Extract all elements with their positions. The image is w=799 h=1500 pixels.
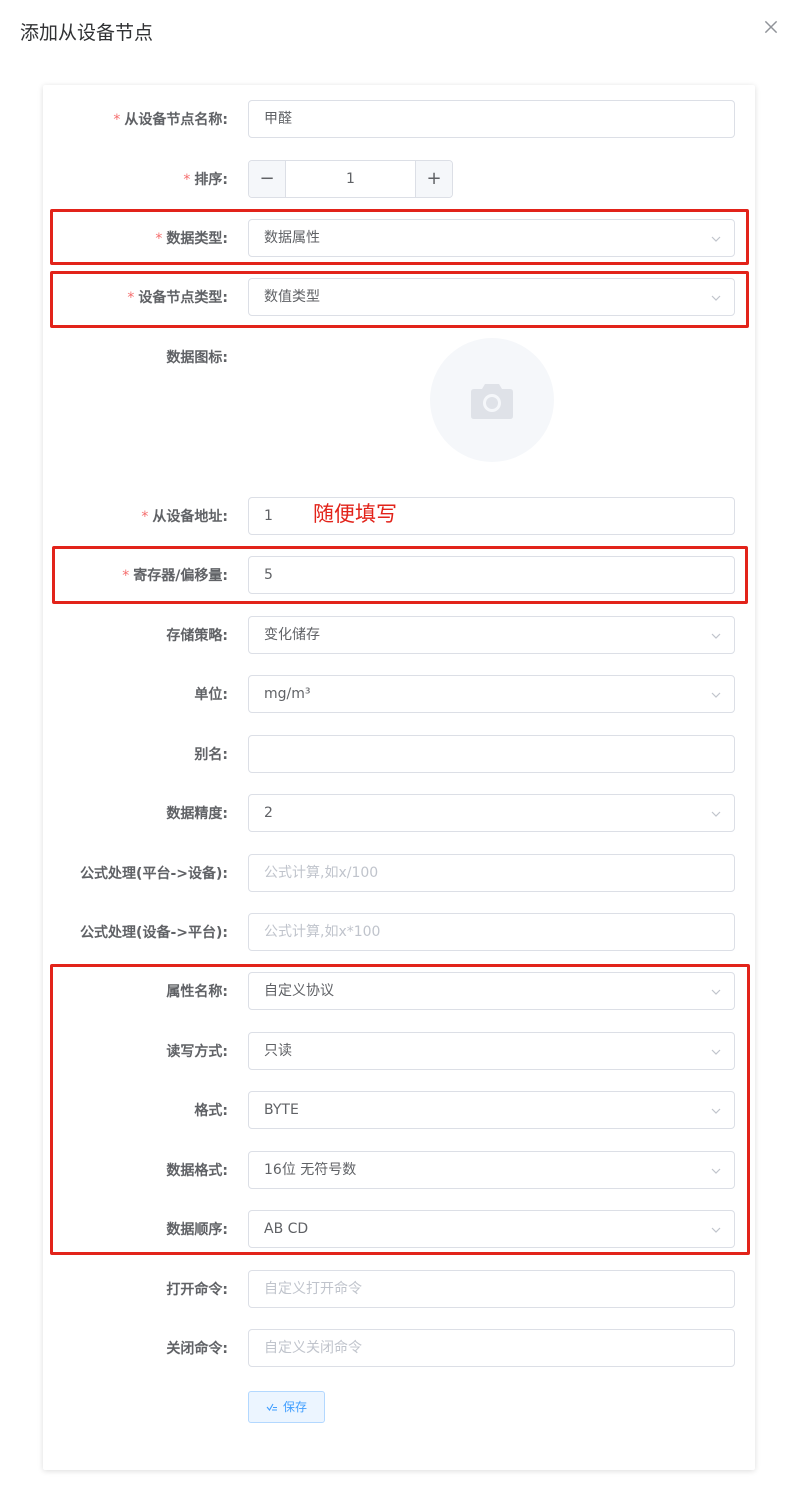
form-row-open-cmd: 打开命令: 自定义打开命令: [43, 1270, 755, 1308]
data-type-label: * 数据类型:: [155, 231, 228, 247]
chevron-down-icon: [711, 236, 721, 242]
close-cmd-label: 关闭命令:: [166, 1341, 228, 1357]
required-mark: *: [122, 568, 130, 584]
form-row-data-type: * 数据类型: 数据属性: [43, 219, 755, 257]
form-row-name: * 从设备节点名称: 甲醛: [43, 100, 755, 138]
form-row-data-order: 数据顺序: AB CD: [43, 1210, 755, 1248]
save-button[interactable]: 保存: [248, 1391, 325, 1423]
form-row-format: 格式: BYTE: [43, 1091, 755, 1129]
form-row-formula-up: 公式处理(平台->设备): 公式计算,如x/100: [43, 854, 755, 892]
sort-label: * 排序:: [183, 172, 228, 188]
storage-select[interactable]: 变化储存: [248, 616, 735, 654]
format-select[interactable]: BYTE: [248, 1091, 735, 1129]
close-icon[interactable]: [762, 18, 780, 36]
dialog-header: 添加从设备节点: [0, 0, 799, 60]
chevron-down-icon: [711, 1108, 721, 1114]
close-cmd-input[interactable]: 自定义关闭命令: [248, 1329, 735, 1367]
precision-label: 数据精度:: [166, 806, 228, 822]
rw-mode-select[interactable]: 只读: [248, 1032, 735, 1070]
required-mark: *: [155, 231, 163, 247]
attr-name-select[interactable]: 自定义协议: [248, 972, 735, 1010]
form-row-precision: 数据精度: 2: [43, 794, 755, 832]
open-cmd-input[interactable]: 自定义打开命令: [248, 1270, 735, 1308]
precision-select[interactable]: 2: [248, 794, 735, 832]
form-row-unit: 单位: mg/m³: [43, 675, 755, 713]
alias-label: 别名:: [194, 747, 228, 763]
edit-check-icon: [266, 1403, 277, 1411]
register-label: * 寄存器/偏移量:: [122, 568, 228, 584]
form-row-rw-mode: 读写方式: 只读: [43, 1032, 755, 1070]
unit-select[interactable]: mg/m³: [248, 675, 735, 713]
formula-down-label: 公式处理(设备->平台):: [80, 925, 228, 941]
form-row-register: * 寄存器/偏移量: 5: [43, 556, 755, 594]
chevron-down-icon: [711, 692, 721, 698]
required-mark: *: [127, 290, 135, 306]
required-mark: *: [141, 509, 149, 525]
form-row-attr-name: 属性名称: 自定义协议: [43, 972, 755, 1010]
form-row-formula-down: 公式处理(设备->平台): 公式计算,如x*100: [43, 913, 755, 951]
form-row-node-type: * 设备节点类型: 数值类型: [43, 278, 755, 316]
annotation-text: 随便填写: [313, 502, 397, 526]
data-format-select[interactable]: 16位 无符号数: [248, 1151, 735, 1189]
address-label: * 从设备地址:: [141, 509, 228, 525]
chevron-down-icon: [711, 295, 721, 301]
icon-uploader[interactable]: [430, 338, 554, 462]
chevron-down-icon: [711, 989, 721, 995]
required-mark: *: [113, 112, 121, 128]
node-type-select[interactable]: 数值类型: [248, 278, 735, 316]
data-order-label: 数据顺序:: [166, 1222, 228, 1238]
attr-name-label: 属性名称:: [166, 984, 228, 1000]
data-format-label: 数据格式:: [166, 1163, 228, 1179]
format-label: 格式:: [194, 1103, 228, 1119]
icon-label: 数据图标:: [166, 350, 228, 366]
decrement-button[interactable]: −: [249, 161, 286, 197]
form-row-alias: 别名:: [43, 735, 755, 773]
data-order-select[interactable]: AB CD: [248, 1210, 735, 1248]
form-row-sort: * 排序: − 1 +: [43, 160, 755, 198]
rw-mode-label: 读写方式:: [166, 1044, 228, 1060]
name-label: * 从设备节点名称:: [113, 112, 228, 128]
alias-input[interactable]: [248, 735, 735, 773]
camera-icon: [471, 384, 513, 419]
formula-down-input[interactable]: 公式计算,如x*100: [248, 913, 735, 951]
form-row-storage: 存储策略: 变化储存: [43, 616, 755, 654]
formula-up-label: 公式处理(平台->设备):: [80, 866, 228, 882]
unit-label: 单位:: [194, 687, 228, 703]
data-type-select[interactable]: 数据属性: [248, 219, 735, 257]
storage-label: 存储策略:: [166, 628, 228, 644]
form-card: * 从设备节点名称: 甲醛 * 排序: − 1 + * 数据类型: 数据属性 * 设备节…: [43, 85, 755, 1470]
register-input[interactable]: 5: [248, 556, 735, 594]
form-row-data-format: 数据格式: 16位 无符号数: [43, 1151, 755, 1189]
form-row-icon: 数据图标:: [43, 338, 755, 376]
form-row-address: * 从设备地址: 1: [43, 497, 755, 535]
chevron-down-icon: [711, 1168, 721, 1174]
chevron-down-icon: [711, 1227, 721, 1233]
required-mark: *: [183, 172, 191, 188]
chevron-down-icon: [711, 633, 721, 639]
increment-button[interactable]: +: [415, 161, 452, 197]
sort-stepper: − 1 +: [248, 160, 453, 198]
sort-value[interactable]: 1: [286, 161, 415, 197]
name-input[interactable]: 甲醛: [248, 100, 735, 138]
formula-up-input[interactable]: 公式计算,如x/100: [248, 854, 735, 892]
open-cmd-label: 打开命令:: [166, 1282, 228, 1298]
chevron-down-icon: [711, 811, 721, 817]
dialog-title: 添加从设备节点: [20, 22, 154, 44]
chevron-down-icon: [711, 1049, 721, 1055]
form-row-close-cmd: 关闭命令: 自定义关闭命令: [43, 1329, 755, 1367]
node-type-label: * 设备节点类型:: [127, 290, 228, 306]
